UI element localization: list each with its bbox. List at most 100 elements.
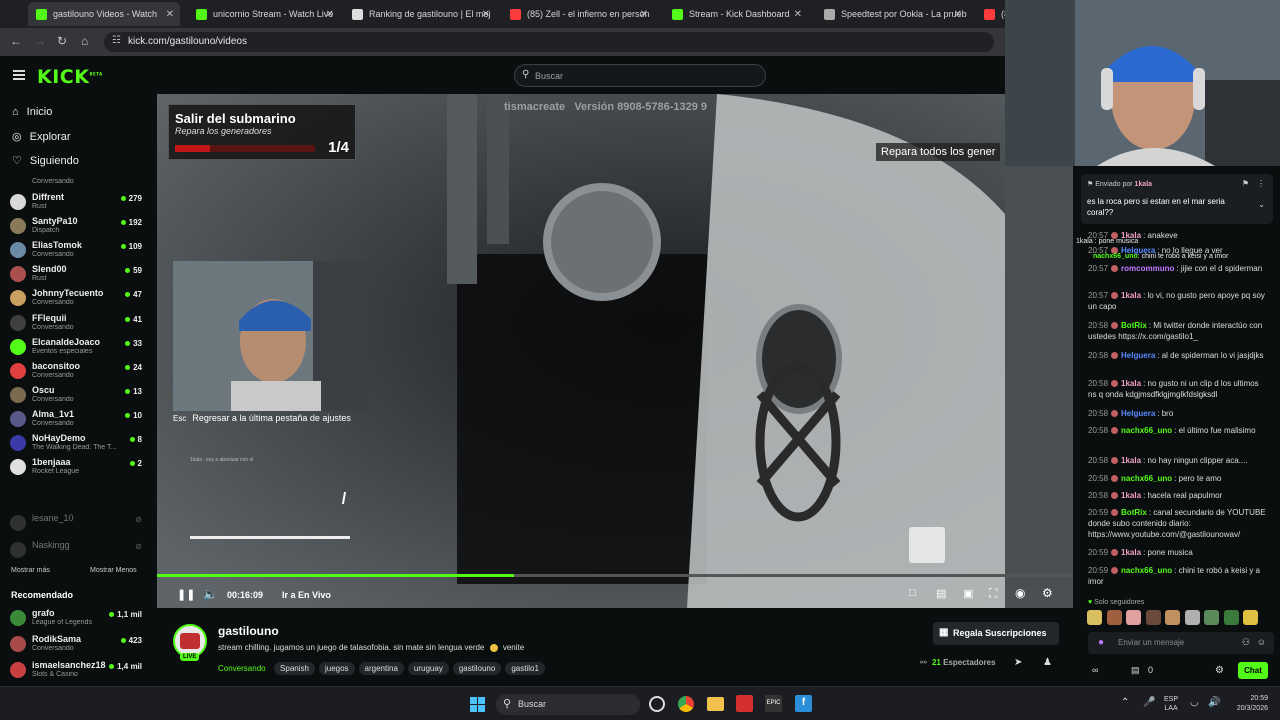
chat-username[interactable]: romcommuno [1121, 264, 1174, 273]
settings-gear-icon[interactable]: ⚙ [1042, 586, 1053, 600]
speaker-icon[interactable]: 🔊 [1208, 697, 1220, 708]
epic-games-icon[interactable]: EPIC [765, 695, 782, 712]
facebook-icon[interactable]: f [795, 695, 812, 712]
sidebar-channel[interactable]: FFlequii Conversando 41 [10, 312, 150, 338]
site-info-icon[interactable]: ☷ [112, 35, 121, 46]
unpin-icon[interactable]: ⚑ [1242, 179, 1249, 188]
chat-username[interactable]: nachx66_uno [1121, 566, 1172, 575]
tab-close-icon[interactable]: ✕ [482, 9, 490, 20]
language-indicator[interactable]: ESP LAA [1164, 695, 1178, 713]
chat-username[interactable]: 1kala [1121, 379, 1141, 388]
chat-username[interactable]: Helguera [1121, 409, 1155, 418]
sidebar-channel[interactable]: ElcanaldeJoaco Eventos especiales 33 [10, 336, 150, 362]
chevron-up-icon[interactable]: ⌃ [1121, 697, 1129, 708]
sidebar-channel[interactable]: ismaelsanchez18 Slots & Casino 1,4 mil [10, 659, 150, 685]
tab-close-icon[interactable]: ✕ [640, 9, 648, 20]
sidebar-channel[interactable]: Oscu Conversando 13 [10, 384, 150, 410]
chat-username[interactable]: nachx66_uno [1121, 474, 1172, 483]
app-icon-obs[interactable] [649, 696, 665, 712]
sidebar-channel[interactable]: JohnnyTecuento Conversando 47 [10, 287, 150, 313]
wifi-icon[interactable]: ◡ [1190, 697, 1199, 708]
chat-input[interactable]: ● Enviar un mensaje ⚇ ☺ [1088, 632, 1274, 654]
browser-tab[interactable]: Speedtest por Ookla - La prueb ✕ [816, 2, 968, 26]
file-explorer-icon[interactable] [707, 697, 724, 711]
show-less-button[interactable]: Mostrar Menos [90, 567, 137, 574]
sidebar-channel[interactable]: Alma_1v1 Conversando 10 [10, 408, 150, 434]
sidebar-channel[interactable]: grafo League of Legends 1,1 mil [10, 607, 150, 633]
seek-bar[interactable] [157, 574, 1073, 577]
back-icon[interactable]: ← [10, 34, 22, 48]
browser-tab[interactable]: (85) Zell - el infierno en person ✕ [502, 2, 654, 26]
stream-tag[interactable]: Spanish [274, 662, 315, 675]
more-options-icon[interactable]: ⋮ [1257, 179, 1265, 188]
category-link[interactable]: Conversando [218, 664, 266, 673]
infinity-icon[interactable]: ∞ [1092, 665, 1098, 675]
chat-username[interactable]: BotRix [1121, 321, 1147, 330]
kick-logo[interactable]: KICKBETA [37, 66, 103, 88]
sidebar-nav-explorar[interactable]: ◎ Explorar [12, 130, 71, 144]
chat-username[interactable]: BotRix [1121, 508, 1147, 517]
gift-subs-button[interactable]: ▦ Regala Suscripciones [933, 622, 1059, 645]
app-icon-red[interactable] [736, 695, 753, 712]
sidebar-channel[interactable]: Diffrent Rust 279 [10, 191, 150, 217]
chrome-icon[interactable] [678, 696, 694, 712]
emote-icon[interactable] [1223, 610, 1239, 625]
show-more-button[interactable]: Mostrar más [11, 567, 50, 574]
clock[interactable]: 20:59 20/3/2026 [1228, 694, 1268, 714]
emoji-picker-icon[interactable]: ☺ [1257, 637, 1266, 647]
windows-start-icon[interactable] [470, 697, 485, 712]
chat-username[interactable]: 1kala [1121, 491, 1141, 500]
address-bar[interactable]: ☷ kick.com/gastilouno/videos [104, 32, 994, 52]
browser-tab[interactable]: unicornio Stream - Watch Live ✕ [188, 2, 340, 26]
tab-close-icon[interactable]: ✕ [954, 9, 962, 20]
follow-icon[interactable]: ♟ [1043, 657, 1052, 668]
tab-close-icon[interactable]: ✕ [166, 9, 174, 20]
channel-name[interactable]: gastilouno [218, 624, 279, 638]
emote-icon[interactable] [1145, 610, 1161, 625]
stream-tag[interactable]: uruguay [407, 662, 449, 675]
sidebar-channel[interactable]: Naskingg ⊘ [10, 539, 150, 565]
emote-icon[interactable] [1184, 610, 1200, 625]
browser-tab[interactable]: Ranking de gastilouno | El mej ✕ [344, 2, 496, 26]
chat-username[interactable]: Helguera [1121, 351, 1155, 360]
chat-username[interactable]: nachx66_uno [1121, 426, 1172, 435]
chat-username[interactable]: 1kala [1121, 548, 1141, 557]
forward-icon[interactable]: → [34, 34, 46, 48]
fullscreen-icon[interactable]: ⛶ [989, 586, 997, 601]
theater-mode-icon[interactable]: ▤ [936, 587, 946, 600]
quality-icon[interactable]: ◉ [1015, 586, 1025, 600]
tab-close-icon[interactable]: ✕ [326, 9, 334, 20]
emote-icon[interactable] [1243, 610, 1258, 625]
stream-tag[interactable]: argentina [358, 662, 404, 675]
emote-icon[interactable] [1165, 610, 1180, 625]
browser-tab[interactable]: Stream - Kick Dashboard ✕ [664, 2, 808, 26]
microphone-icon[interactable]: 🎤 [1143, 697, 1155, 708]
tab-close-icon[interactable]: ✕ [794, 9, 802, 20]
channel-points[interactable]: ▤ 0 [1131, 665, 1153, 676]
video-player[interactable]: Salir del submarino Repara los generador… [157, 94, 1073, 608]
menu-icon[interactable] [13, 70, 25, 80]
pause-icon[interactable]: ❚❚ [177, 588, 195, 601]
browser-tab[interactable]: (8 [976, 2, 1005, 26]
sidebar-channel[interactable]: EliasTomok Conversando 109 [10, 239, 150, 265]
sidebar-channel[interactable]: RodikSama Conversando 423 [10, 633, 150, 659]
emote-icon[interactable] [1106, 610, 1122, 625]
sidebar-channel[interactable]: Slend00 Rust 59 [10, 263, 150, 289]
sidebar-channel[interactable]: lesane_10 ⊘ [10, 512, 150, 538]
sidebar-channel[interactable]: NoHayDemo The Walking Dead: The T... 8 [10, 432, 150, 458]
emote-icon[interactable] [1087, 610, 1102, 625]
chevron-down-icon[interactable]: ⌄ [1258, 200, 1265, 209]
go-live-button[interactable]: Ir a En Vivo [282, 590, 331, 600]
chat-username[interactable]: 1kala [1121, 291, 1141, 300]
sidebar-nav-inicio[interactable]: ⌂ Inicio [12, 106, 52, 118]
chat-username[interactable]: 1kala [1121, 456, 1141, 465]
home-icon[interactable]: ⌂ [81, 34, 88, 48]
sidebar-channel[interactable]: SantyPa10 Dispatch 192 [10, 215, 150, 241]
reload-icon[interactable]: ↻ [57, 34, 67, 48]
stream-tag[interactable]: gastilouno [452, 662, 502, 675]
stream-tag[interactable]: juegos [318, 662, 355, 675]
pip-icon[interactable]: ▣ [963, 587, 973, 600]
emote-icon[interactable] [1204, 610, 1219, 625]
taskbar-search[interactable]: ⚲ Buscar [496, 694, 640, 715]
chat-settings-icon[interactable]: ⚙ [1215, 665, 1224, 676]
